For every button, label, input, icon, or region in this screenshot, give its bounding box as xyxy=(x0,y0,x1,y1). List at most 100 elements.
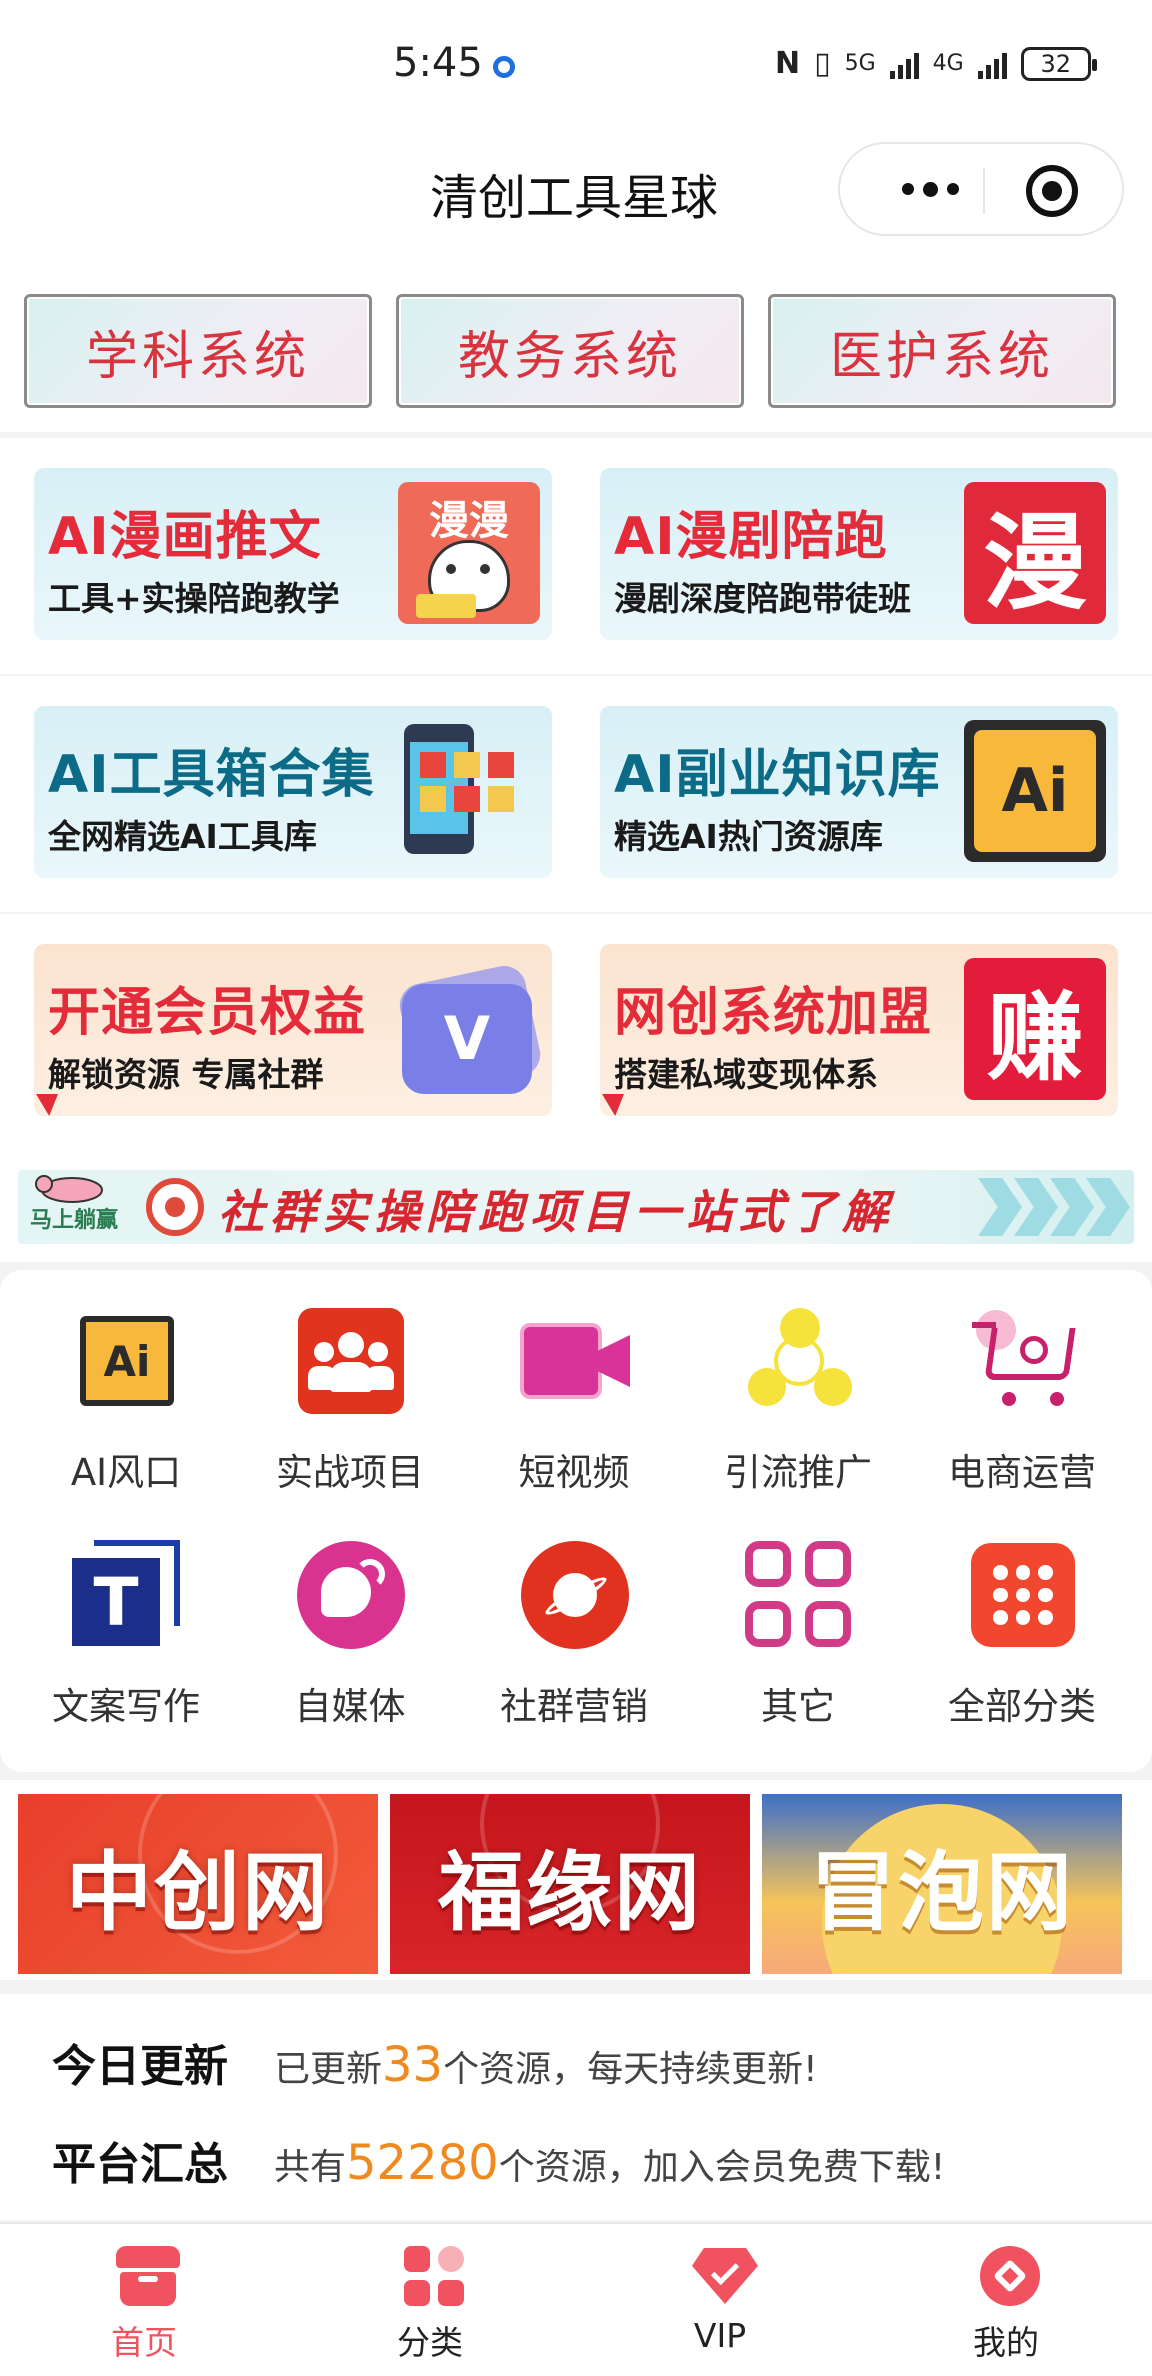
subject-system-button[interactable]: 学科系统 xyxy=(24,294,372,408)
card-subtitle: 漫剧深度陪跑带徒班 xyxy=(614,579,911,618)
more-dots-icon[interactable] xyxy=(880,169,980,209)
tab-profile[interactable]: 我的 xyxy=(906,2244,1106,2364)
stat-number: 52280 xyxy=(346,2135,499,2191)
banner-row: 马上躺赢 社群实操陪跑项目一站式了解 xyxy=(0,1150,1152,1262)
stat-label: 平台汇总 xyxy=(52,2139,228,2190)
zhongchuang-banner[interactable]: 中创网 xyxy=(18,1794,378,1974)
flag-mark xyxy=(602,1094,624,1116)
people-icon xyxy=(296,1306,406,1416)
home-store-icon xyxy=(116,2244,180,2308)
ai-toolbox-card[interactable]: AI工具箱合集 全网精选AI工具库 xyxy=(34,706,552,878)
category-grid: Ai AI风口 实战项目 短视频 引流推广 电商运营 T 文案写作 自媒体 社群… xyxy=(0,1270,1152,1772)
category-self-media[interactable]: 自媒体 xyxy=(238,1504,462,1728)
category-other[interactable]: 其它 xyxy=(686,1504,910,1728)
banner-logo: 马上躺赢 xyxy=(24,1172,120,1238)
card-subtitle: 工具+实操陪跑教学 xyxy=(48,579,340,618)
card-subtitle: 全网精选AI工具库 xyxy=(48,817,317,856)
grid-icon xyxy=(744,1540,854,1650)
profile-icon xyxy=(978,2244,1042,2308)
status-icons: N ▯ 5G 4G 32 xyxy=(775,46,1097,81)
page-title: 清创工具星球 xyxy=(429,170,718,226)
location-dot-icon xyxy=(493,56,515,78)
ai-logo-text: Ai xyxy=(1001,756,1069,826)
maopao-banner[interactable]: 冒泡网 xyxy=(762,1794,1122,1974)
academic-system-button[interactable]: 教务系统 xyxy=(396,294,744,408)
comic-icon-text: 漫漫 xyxy=(429,498,509,544)
medical-system-button[interactable]: 医护系统 xyxy=(768,294,1116,408)
share-nodes-icon xyxy=(744,1306,854,1416)
stat-prefix: 共有 xyxy=(274,2147,347,2188)
site-title: 中创网 xyxy=(66,1842,330,1943)
tab-label: VIP xyxy=(693,2316,747,2355)
stat-total: 平台汇总 共有 52280 个资源，加入会员免费下载! xyxy=(52,2128,945,2192)
status-time: 5:45 xyxy=(393,40,483,86)
feature-row-1: AI漫画推文 工具+实操陪跑教学 漫漫 AI漫剧陪跑 漫剧深度陪跑带徒班 漫 xyxy=(0,438,1152,674)
ai-logo-icon: Ai xyxy=(964,720,1106,862)
category-copywriting[interactable]: T 文案写作 xyxy=(14,1504,238,1728)
category-community[interactable]: 社群营销 xyxy=(462,1504,686,1728)
drama-icon-text: 漫 xyxy=(982,501,1087,624)
tab-label: 首页 xyxy=(111,2323,177,2362)
category-label: 实战项目 xyxy=(276,1451,424,1494)
category-ai[interactable]: Ai AI风口 xyxy=(14,1270,238,1494)
category-label: 社群营销 xyxy=(500,1685,648,1728)
tab-label: 分类 xyxy=(397,2323,463,2362)
nfc-icon: N xyxy=(775,46,801,81)
site-banners-row: 中创网 福缘网 冒泡网 xyxy=(0,1780,1152,1980)
card-title: 开通会员权益 xyxy=(48,983,367,1043)
video-camera-icon xyxy=(520,1306,630,1416)
tab-vip[interactable]: VIP xyxy=(620,2244,820,2364)
category-label: 短视频 xyxy=(518,1451,630,1494)
nav-bar: 清创工具星球 xyxy=(0,130,1152,270)
system-buttons-row: 学科系统 教务系统 医护系统 xyxy=(0,270,1152,432)
tab-category[interactable]: 分类 xyxy=(330,2244,530,2364)
tab-home[interactable]: 首页 xyxy=(44,2244,244,2364)
franchise-card[interactable]: 网创系统加盟 搭建私域变现体系 赚 xyxy=(600,944,1118,1116)
banner-logo-text: 马上躺赢 xyxy=(30,1208,119,1233)
card-title: AI漫剧陪跑 xyxy=(614,507,888,567)
fuyuan-banner[interactable]: 福缘网 xyxy=(390,1794,750,1974)
category-projects[interactable]: 实战项目 xyxy=(238,1270,462,1494)
chevrons-right-icon xyxy=(978,1178,1130,1236)
feature-row-2: AI工具箱合集 全网精选AI工具库 AI副业知识库 精选AI热门资源库 Ai xyxy=(0,676,1152,912)
category-label: 全部分类 xyxy=(948,1685,1096,1728)
ai-comic-card[interactable]: AI漫画推文 工具+实操陪跑教学 漫漫 xyxy=(34,468,552,640)
ai-drama-card[interactable]: AI漫剧陪跑 漫剧深度陪跑带徒班 漫 xyxy=(600,468,1118,640)
ai-side-knowledge-card[interactable]: AI副业知识库 精选AI热门资源库 Ai xyxy=(600,706,1118,878)
net-4g-label: 4G xyxy=(932,51,964,76)
vip-v-icon: V xyxy=(395,958,545,1100)
category-ecommerce[interactable]: 电商运营 xyxy=(910,1270,1134,1494)
chat-bubble-icon xyxy=(296,1540,406,1650)
site-title: 冒泡网 xyxy=(810,1842,1074,1943)
category-label: 引流推广 xyxy=(724,1451,872,1494)
vip-benefits-card[interactable]: 开通会员权益 解锁资源 专属社群 V xyxy=(34,944,552,1116)
close-target-icon[interactable] xyxy=(1026,165,1078,217)
stat-label: 今日更新 xyxy=(52,2041,228,2092)
tab-label: 我的 xyxy=(973,2323,1039,2362)
comic-char-icon: 漫 xyxy=(964,482,1106,624)
stat-today: 今日更新 已更新 33 个资源，每天持续更新! xyxy=(52,2030,818,2094)
earn-icon: 赚 xyxy=(964,958,1106,1100)
text-icon: T xyxy=(72,1540,182,1650)
card-subtitle: 解锁资源 专属社群 xyxy=(48,1055,324,1094)
category-label: AI风口 xyxy=(70,1451,182,1494)
mini-program-capsule xyxy=(838,142,1124,236)
signal-5g-icon xyxy=(889,49,919,79)
community-banner[interactable]: 马上躺赢 社群实操陪跑项目一站式了解 xyxy=(18,1170,1134,1244)
battery-level: 32 xyxy=(1040,49,1071,78)
text-icon-letter: T xyxy=(93,1563,139,1641)
stat-suffix: 个资源，每天持续更新! xyxy=(443,2049,818,2090)
capsule-divider xyxy=(983,168,985,214)
banner-text: 社群实操陪跑项目一站式了解 xyxy=(218,1185,894,1239)
category-traffic[interactable]: 引流推广 xyxy=(686,1270,910,1494)
category-all[interactable]: 全部分类 xyxy=(910,1504,1134,1728)
stats-panel: 今日更新 已更新 33 个资源，每天持续更新! 平台汇总 共有 52280 个资… xyxy=(0,1994,1152,2220)
card-subtitle: 精选AI热门资源库 xyxy=(614,817,883,856)
category-short-video[interactable]: 短视频 xyxy=(462,1270,686,1494)
card-title: AI副业知识库 xyxy=(614,745,941,805)
category-label: 文案写作 xyxy=(52,1685,200,1728)
feature-row-3: 开通会员权益 解锁资源 专属社群 V 网创系统加盟 搭建私域变现体系 赚 xyxy=(0,914,1152,1150)
card-title: AI漫画推文 xyxy=(48,507,322,567)
card-subtitle: 搭建私域变现体系 xyxy=(614,1055,878,1094)
target-icon xyxy=(146,1178,204,1236)
